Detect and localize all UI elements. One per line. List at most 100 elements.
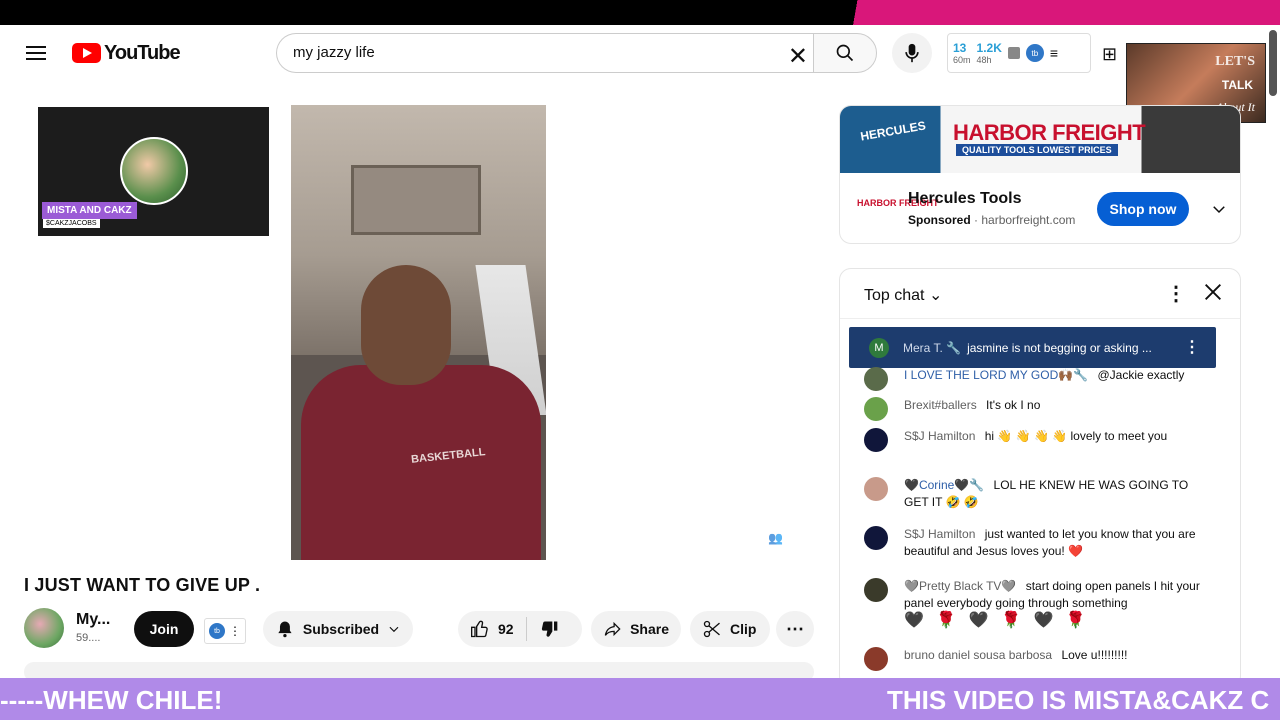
more-horiz-icon: ⋯ [786, 618, 804, 639]
chat-message: I LOVE THE LORD MY GOD🙌🏾🔧 @Jackie exactl… [864, 367, 1214, 391]
thumbs-down-icon[interactable] [539, 619, 559, 639]
subscriber-count: 59.... [76, 632, 101, 644]
chat-message: bruno daniel sousa barbosa Love u!!!!!!!… [864, 647, 1214, 671]
ad-banner-tagline: QUALITY TOOLS LOWEST PRICES [956, 144, 1118, 156]
channel-avatar[interactable] [24, 608, 64, 648]
pinned-message[interactable]: M Mera T. 🔧 jasmine is not begging or as… [849, 327, 1216, 368]
chat-message: Brexit#ballers It's ok I no [864, 397, 1214, 421]
chat-avatar [864, 526, 888, 550]
chevron-down-icon [389, 626, 399, 633]
chevron-down-icon[interactable] [1210, 200, 1228, 218]
views-60m-stat: 13 60m [953, 40, 971, 65]
tubebuddy-button[interactable]: tb ⋮ [204, 618, 246, 644]
guest-handle-label: $CAKZJACOBS [43, 219, 100, 228]
pip-text-1: LET'S [1215, 54, 1255, 69]
top-strip-accent [810, 0, 1280, 25]
like-divider [525, 617, 527, 641]
tubebuddy-stats[interactable]: 13 60m 1.2K 48h tb ≡ [947, 33, 1091, 73]
bell-icon [278, 621, 292, 638]
live-chat-panel: Top chat ⌄ ⋮ M Mera T. 🔧 jasmine is not … [839, 268, 1241, 688]
join-button[interactable]: Join [134, 611, 194, 647]
scrolling-ticker: -----WHEW CHILE! THIS VIDEO IS MISTA&CAK… [0, 678, 1280, 720]
chat-text: hi 👋 👋 👋 👋 lovely to meet you [984, 429, 1168, 443]
logo-text: YouTube [104, 41, 181, 64]
top-chat-dropdown[interactable]: Top chat ⌄ [864, 285, 942, 305]
chat-avatar [864, 477, 888, 501]
views-48h-stat: 1.2K 48h [976, 40, 1002, 65]
chat-avatar [864, 428, 888, 452]
clip-label: Clip [730, 621, 757, 637]
create-icon[interactable]: ⊞ [1102, 44, 1117, 65]
top-chat-label: Top chat [864, 287, 925, 304]
more-actions-button[interactable]: ⋯ [776, 611, 814, 647]
pinned-author: Mera T. 🔧 [903, 340, 962, 355]
tubebuddy-icon: tb [209, 623, 225, 639]
scrollbar[interactable] [1269, 30, 1277, 96]
shop-now-button[interactable]: Shop now [1097, 192, 1189, 226]
chat-message: 🖤Corine🖤🔧 LOL HE KNEW HE WAS GOING TO GE… [864, 477, 1214, 511]
channel-name[interactable]: My... [76, 611, 110, 629]
chat-author: S$J Hamilton [904, 527, 976, 541]
car-sunroof [351, 165, 481, 235]
chat-avatar [864, 397, 888, 421]
chat-author: Brexit#ballers [904, 398, 977, 412]
search-button[interactable] [813, 33, 877, 73]
sponsored-label: Sponsored [908, 213, 971, 227]
close-icon[interactable] [1202, 281, 1224, 303]
clear-search-icon[interactable]: ✕ [788, 42, 808, 71]
microphone-icon [905, 43, 919, 63]
chat-author: S$J Hamilton [904, 429, 976, 443]
ad-title[interactable]: Hercules Tools [908, 190, 1022, 208]
top-strip [0, 0, 1280, 25]
search-box[interactable]: ✕ [276, 33, 814, 73]
chart-icon[interactable] [1007, 47, 1020, 59]
share-label: Share [630, 621, 669, 637]
share-button[interactable]: Share [591, 611, 681, 647]
search-icon [836, 44, 854, 62]
menu-icon[interactable] [24, 43, 48, 63]
ad-subtitle: Sponsored · harborfreight.com [908, 213, 1075, 227]
share-icon [604, 621, 621, 637]
chat-text: It's ok I no [986, 398, 1041, 412]
pip-text-2: TALK [1221, 78, 1253, 92]
search-input[interactable] [293, 44, 763, 61]
ad-card[interactable]: HERCULES HARBOR FREIGHT QUALITY TOOLS LO… [839, 105, 1241, 244]
chat-header: Top chat ⌄ ⋮ [840, 269, 1240, 319]
clip-button[interactable]: Clip [690, 611, 770, 647]
chat-avatar [864, 367, 888, 391]
ad-domain: · harborfreight.com [974, 213, 1076, 227]
like-count: 92 [498, 621, 514, 637]
chat-message: S$J Hamilton just wanted to let you know… [864, 526, 1214, 560]
youtube-play-icon [72, 43, 101, 63]
header: YouTube ✕ 1360m 1.2K48h tb ≡ ⊞ [0, 25, 1280, 81]
subscribed-button[interactable]: Subscribed [263, 611, 413, 647]
chat-avatar [864, 578, 888, 602]
ad-banner-product: HERCULES [859, 118, 927, 144]
main-video[interactable]: BASKETBALL [291, 105, 546, 560]
guest-avatar [120, 137, 188, 205]
chat-message: S$J Hamilton hi 👋 👋 👋 👋 lovely to meet y… [864, 428, 1214, 452]
chat-avatar [864, 647, 888, 671]
list-menu-icon[interactable]: ≡ [1050, 45, 1058, 61]
voice-search-button[interactable] [892, 33, 932, 73]
like-dislike-group[interactable]: 92 [458, 611, 582, 647]
person-head [361, 265, 451, 385]
thumbs-up-icon[interactable] [470, 619, 490, 639]
ad-banner-brand: HARBOR FREIGHT [953, 120, 1146, 145]
ad-banner[interactable]: HERCULES HARBOR FREIGHT QUALITY TOOLS LO… [840, 106, 1240, 173]
chat-message: 🩶Pretty Black TV🩶 start doing open panel… [864, 578, 1214, 629]
chat-emoji-row: 🖤 🌹 🖤 🌹 🖤 🌹 [904, 612, 1090, 629]
ticker-text-left: -----WHEW CHILE! [0, 685, 223, 715]
pinned-menu-icon[interactable]: ⋮ [1184, 337, 1200, 357]
pinned-text: jasmine is not begging or asking ... [967, 340, 1152, 355]
channel-row: My... 59.... Join tb ⋮ Subscribed 92 Shar… [24, 608, 824, 648]
chat-author: 🖤Corine🖤🔧 [904, 478, 985, 492]
more-vert-icon: ⋮ [229, 624, 241, 638]
tubebuddy-icon[interactable]: tb [1025, 44, 1044, 62]
chat-author: I LOVE THE LORD MY GOD🙌🏾🔧 [904, 368, 1089, 382]
youtube-logo[interactable]: YouTube [72, 41, 181, 64]
channel-watermark-icon[interactable]: 👥 [768, 531, 783, 545]
chat-author: 🩶Pretty Black TV🩶 [904, 579, 1017, 593]
chat-menu-icon[interactable]: ⋮ [1166, 281, 1186, 306]
chevron-down-icon: ⌄ [928, 287, 943, 304]
